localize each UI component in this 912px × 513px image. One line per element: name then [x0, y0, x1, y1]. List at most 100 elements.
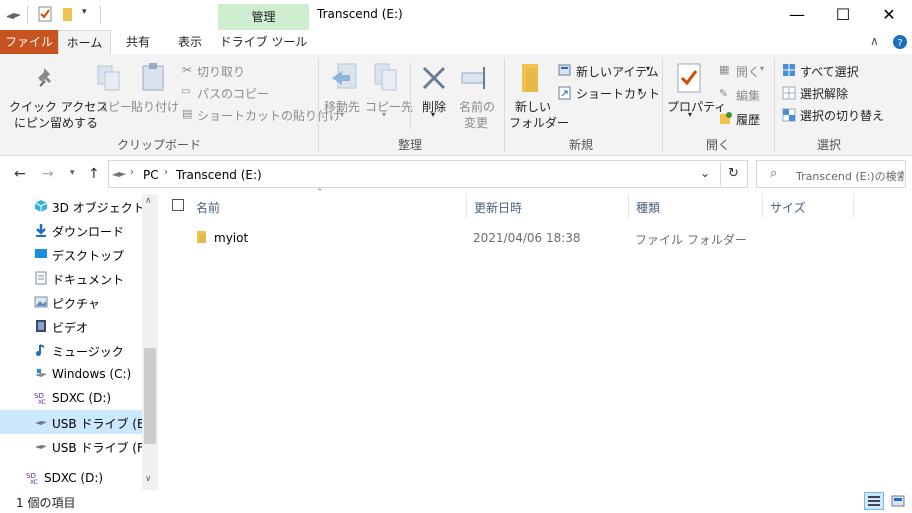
nav-item-music[interactable]: ミュージック: [0, 338, 142, 362]
drive-icon: [7, 13, 21, 19]
close-icon: ✕: [882, 5, 896, 24]
group-label-select: 選択: [816, 138, 841, 152]
nav-item-windows-c[interactable]: Windows (C:): [0, 362, 142, 386]
select-none-icon: [782, 86, 796, 100]
cut-icon: ✂: [182, 63, 193, 77]
select-all-icon: [783, 64, 795, 76]
shortcut-icon: [558, 86, 571, 100]
nav-item-usb-f[interactable]: USB ドライブ (F:): [0, 434, 152, 458]
search-input[interactable]: Transcend (E:)の検索: [796, 168, 904, 184]
qa-dropdown-icon[interactable]: ▾: [82, 7, 87, 17]
nav-item-sdxc-d[interactable]: SD XC SDXC (D:): [0, 386, 142, 410]
breadcrumb-separator-icon: ›: [130, 167, 134, 178]
paste-button[interactable]: 貼り付け: [131, 98, 179, 115]
forward-arrow-icon[interactable]: →: [42, 166, 54, 182]
table-row[interactable]: myiot 2021/04/06 18:38 ファイル フォルダー: [166, 226, 866, 248]
nav-item-desktop[interactable]: デスクトップ: [0, 242, 142, 266]
nav-scrollbar[interactable]: [142, 194, 158, 490]
pin-quick-access-label-2[interactable]: にピン留めする: [14, 114, 98, 131]
nav-item-pictures[interactable]: ピクチャ: [0, 290, 142, 314]
breadcrumb-drive[interactable]: Transcend (E:): [176, 168, 262, 182]
copy-button[interactable]: コピー: [96, 98, 132, 115]
copy-path-icon: ▭: [181, 86, 191, 97]
refresh-icon[interactable]: ↻: [728, 166, 739, 181]
select-all-button[interactable]: すべて選択: [800, 63, 859, 80]
column-header-name[interactable]: 名前: [196, 199, 220, 216]
delete-dropdown-icon: ▾: [431, 110, 436, 119]
copy-to-dropdown-icon: ▾: [382, 110, 387, 119]
breadcrumb-pc[interactable]: PC: [143, 168, 159, 182]
new-folder-label-1[interactable]: 新しい: [515, 98, 551, 115]
paste-shortcut-icon: ▤: [182, 107, 193, 120]
scroll-down-icon[interactable]: ∨: [145, 474, 152, 484]
copy-to-button[interactable]: コピー先: [365, 98, 413, 115]
edit-button[interactable]: 編集: [736, 87, 760, 104]
ribbon-separator: [410, 62, 411, 130]
tab-drive-tools[interactable]: ドライブ ツール: [218, 30, 309, 54]
nav-item-3d-objects[interactable]: 3D オブジェクト: [0, 194, 145, 218]
copy-path-button[interactable]: パスのコピー: [197, 85, 269, 102]
download-icon: [36, 224, 46, 237]
rename-label-2[interactable]: 変更: [464, 114, 488, 131]
cut-button[interactable]: 切り取り: [197, 63, 245, 80]
minimize-icon: —: [789, 5, 805, 24]
address-dropdown-icon[interactable]: ⌄: [700, 166, 710, 180]
nav-item-downloads[interactable]: ダウンロード: [0, 218, 142, 242]
collapse-ribbon-icon[interactable]: ∧: [870, 34, 879, 48]
large-icons-view-button[interactable]: [888, 492, 908, 510]
music-icon: [36, 344, 45, 356]
properties-qa-icon[interactable]: [37, 6, 53, 22]
new-item-dropdown-icon: ▾: [646, 64, 651, 73]
status-bar: [0, 490, 912, 513]
nav-item-videos[interactable]: ビデオ: [0, 314, 142, 338]
back-arrow-icon[interactable]: ←: [14, 166, 26, 182]
column-header-size[interactable]: サイズ: [770, 199, 806, 216]
tab-share[interactable]: 共有: [115, 30, 161, 54]
select-all-checkbox[interactable]: [172, 199, 184, 211]
usb-drive-icon: [35, 421, 47, 425]
paste-shortcut-button[interactable]: ショートカットの貼り付け: [197, 107, 341, 124]
details-view-button[interactable]: [864, 492, 884, 510]
rename-icon: [461, 67, 485, 89]
group-label-organize: 整理: [397, 138, 422, 152]
invert-selection-button[interactable]: 選択の切り替え: [800, 107, 884, 124]
rename-label-1[interactable]: 名前の: [459, 98, 495, 115]
tab-view[interactable]: 表示: [167, 30, 213, 54]
nav-label: ビデオ: [52, 321, 89, 335]
history-button[interactable]: 履歴: [736, 111, 760, 128]
open-button[interactable]: 開く: [736, 63, 760, 80]
details-view-icon: [868, 496, 880, 506]
nav-label: USB ドライブ (F:): [52, 441, 152, 455]
column-header-modified[interactable]: 更新日時: [474, 199, 522, 216]
folder-icon: [197, 231, 206, 243]
column-divider[interactable]: [628, 194, 629, 218]
new-folder-label-2[interactable]: フォルダー: [509, 114, 569, 131]
column-divider[interactable]: [466, 194, 467, 218]
file-modified: 2021/04/06 18:38: [473, 231, 581, 245]
select-none-button[interactable]: 選択解除: [800, 85, 848, 102]
help-icon[interactable]: ?: [892, 34, 908, 50]
column-header-type[interactable]: 種類: [636, 199, 660, 216]
column-divider[interactable]: [762, 194, 763, 218]
minimize-button[interactable]: —: [774, 0, 820, 30]
tab-file[interactable]: ファイル: [0, 30, 58, 54]
nav-label: Windows (C:): [52, 367, 132, 381]
shortcut-button[interactable]: ショートカット: [576, 85, 660, 102]
tab-home[interactable]: ホーム: [58, 30, 111, 54]
column-divider[interactable]: [853, 194, 854, 218]
new-folder-icon: [522, 64, 538, 92]
nav-item-documents[interactable]: ドキュメント: [0, 266, 142, 290]
close-button[interactable]: ✕: [866, 0, 912, 30]
pin-quick-access-label-1[interactable]: クイック アクセス: [9, 98, 108, 115]
up-arrow-icon[interactable]: ↑: [88, 166, 100, 182]
file-type: ファイル フォルダー: [635, 233, 747, 247]
nav-item-usb-e[interactable]: USB ドライブ (E:): [0, 410, 153, 434]
recent-locations-icon[interactable]: ▾: [70, 168, 75, 178]
nav-item-sdxc-d-root[interactable]: SD XC SDXC (D:): [0, 466, 142, 490]
properties-button[interactable]: プロパティ: [667, 98, 726, 115]
group-label-open: 開く: [705, 138, 730, 152]
scroll-up-icon[interactable]: ∧: [145, 196, 152, 206]
nav-scrollbar-thumb[interactable]: [144, 348, 156, 444]
new-folder-qa-icon[interactable]: [60, 6, 76, 22]
maximize-button[interactable]: ☐: [820, 0, 866, 30]
